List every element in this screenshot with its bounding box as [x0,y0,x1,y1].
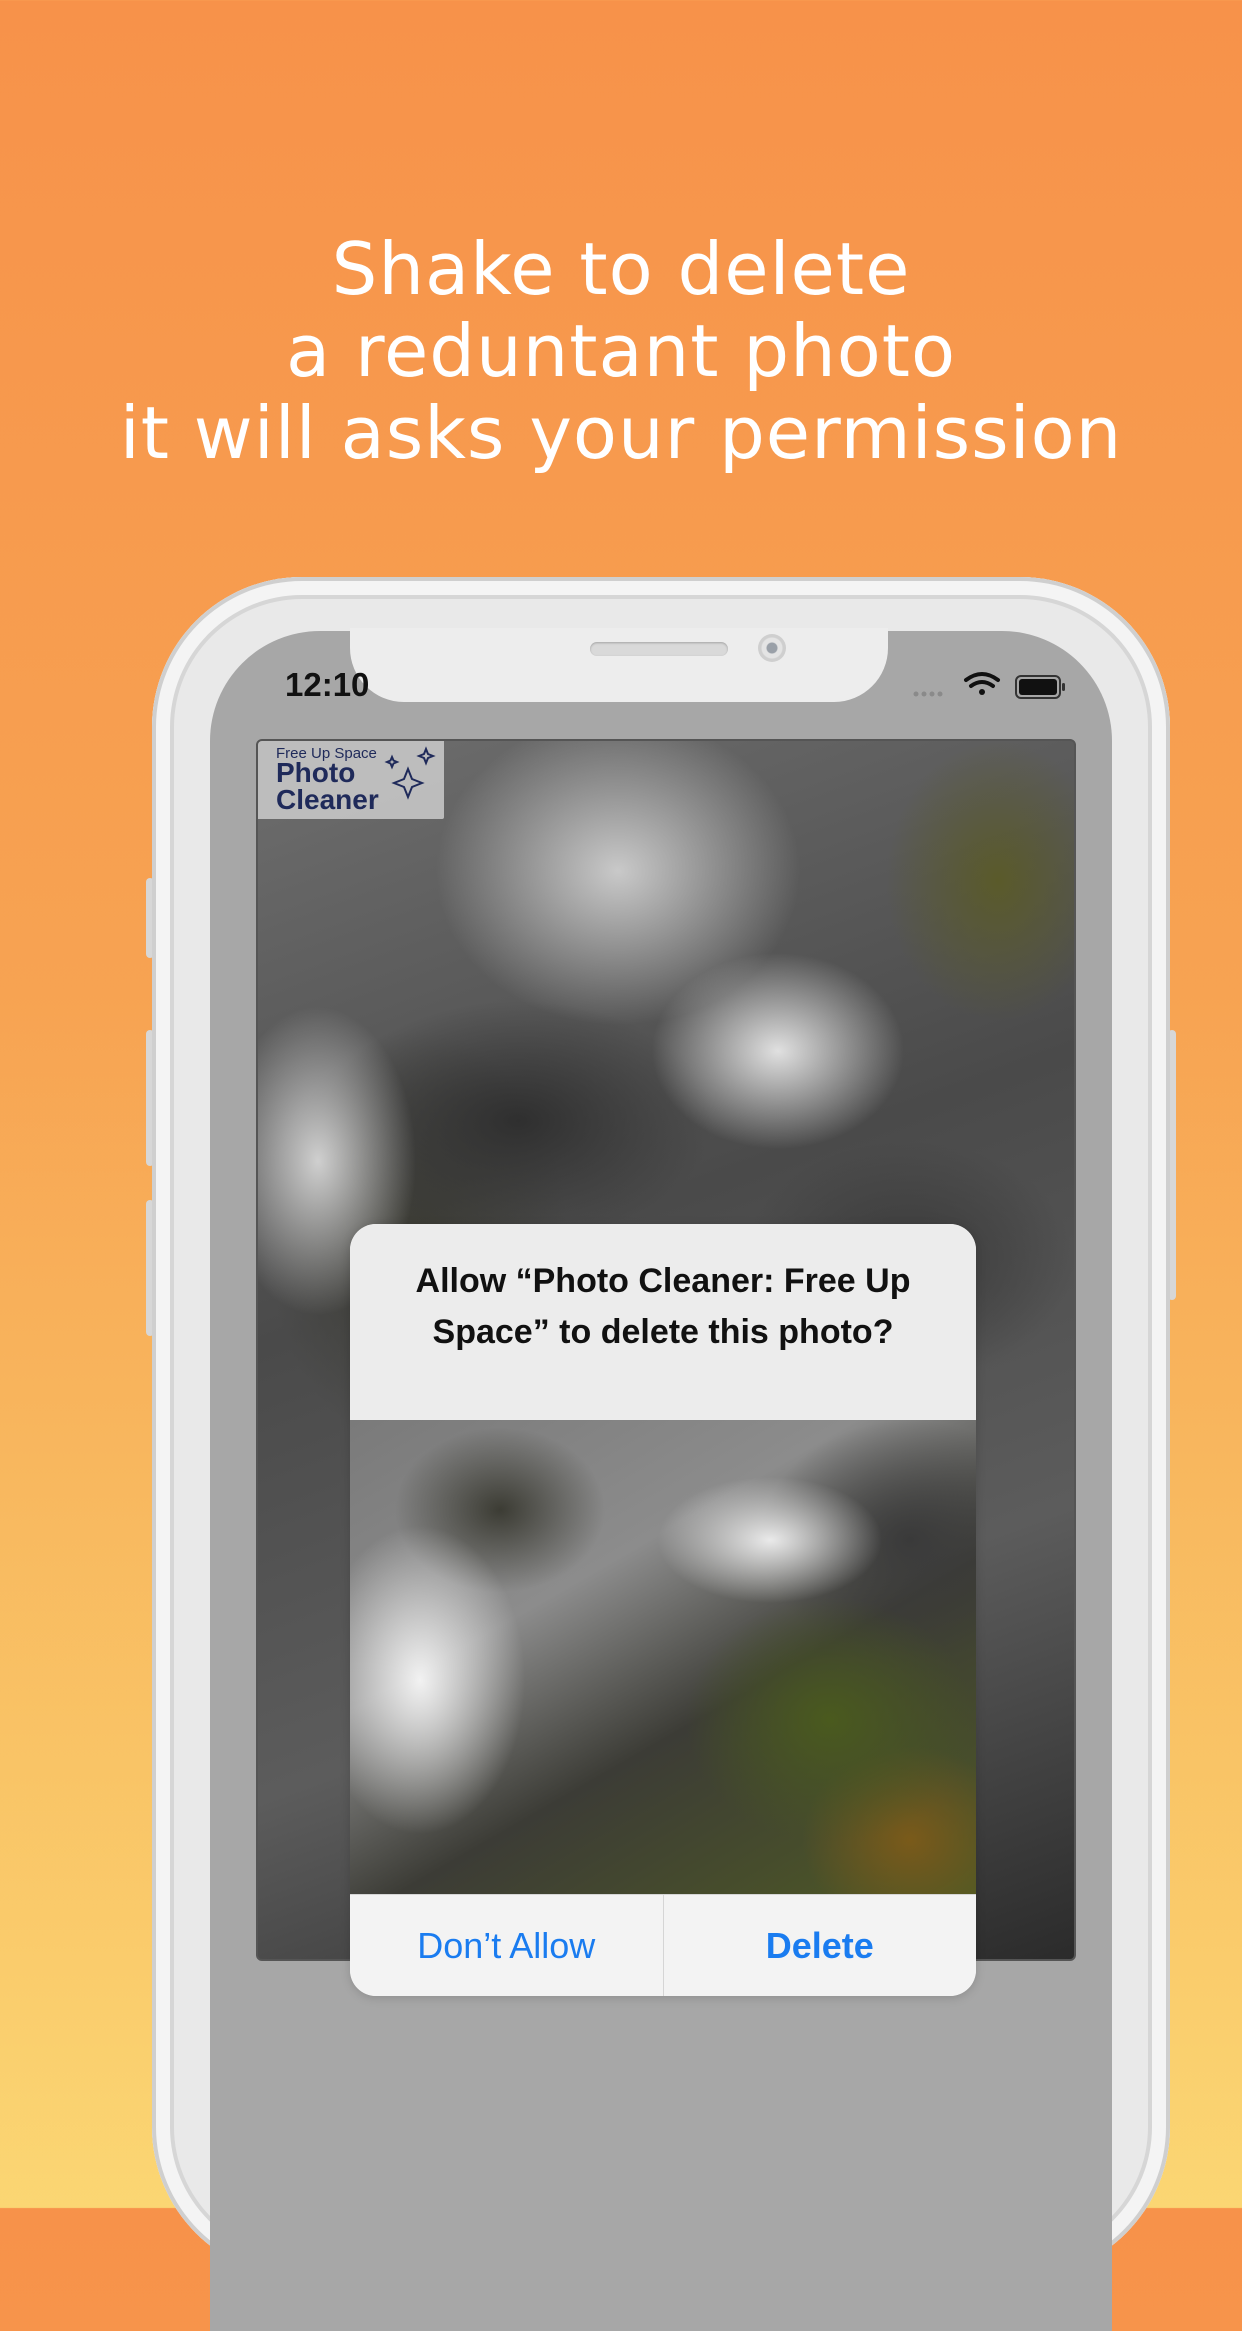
logo-name-line-1: Photo [276,757,356,788]
app-logo: Free Up Space Photo Cleaner [258,741,444,819]
sparkle-icon [384,746,436,800]
dont-allow-button[interactable]: Don’t Allow [350,1895,663,1996]
headline-line-3: it will asks your permission [119,391,1123,475]
alert-photo-preview [350,1420,976,1894]
alert-title: Allow “Photo Cleaner: Free Up Space” to … [350,1224,976,1420]
alert-button-bar: Don’t Allow Delete [350,1894,976,1996]
front-camera [758,634,786,662]
phone-notch [350,628,888,702]
headline-line-2: a reduntant photo [285,309,957,393]
speaker-grille [590,642,728,656]
permission-alert: Allow “Photo Cleaner: Free Up Space” to … [350,1224,976,1996]
wifi-icon [964,672,1000,695]
status-time: 12:10 [285,666,370,703]
status-icons [912,668,1072,706]
delete-button[interactable]: Delete [662,1895,977,1996]
headline-line-1: Shake to delete [331,227,911,311]
signal-dots-icon [913,691,943,697]
battery-icon [1015,675,1065,699]
headline: Shake to delete a reduntant photo it wil… [0,228,1242,474]
logo-name-line-2: Cleaner [276,784,379,815]
